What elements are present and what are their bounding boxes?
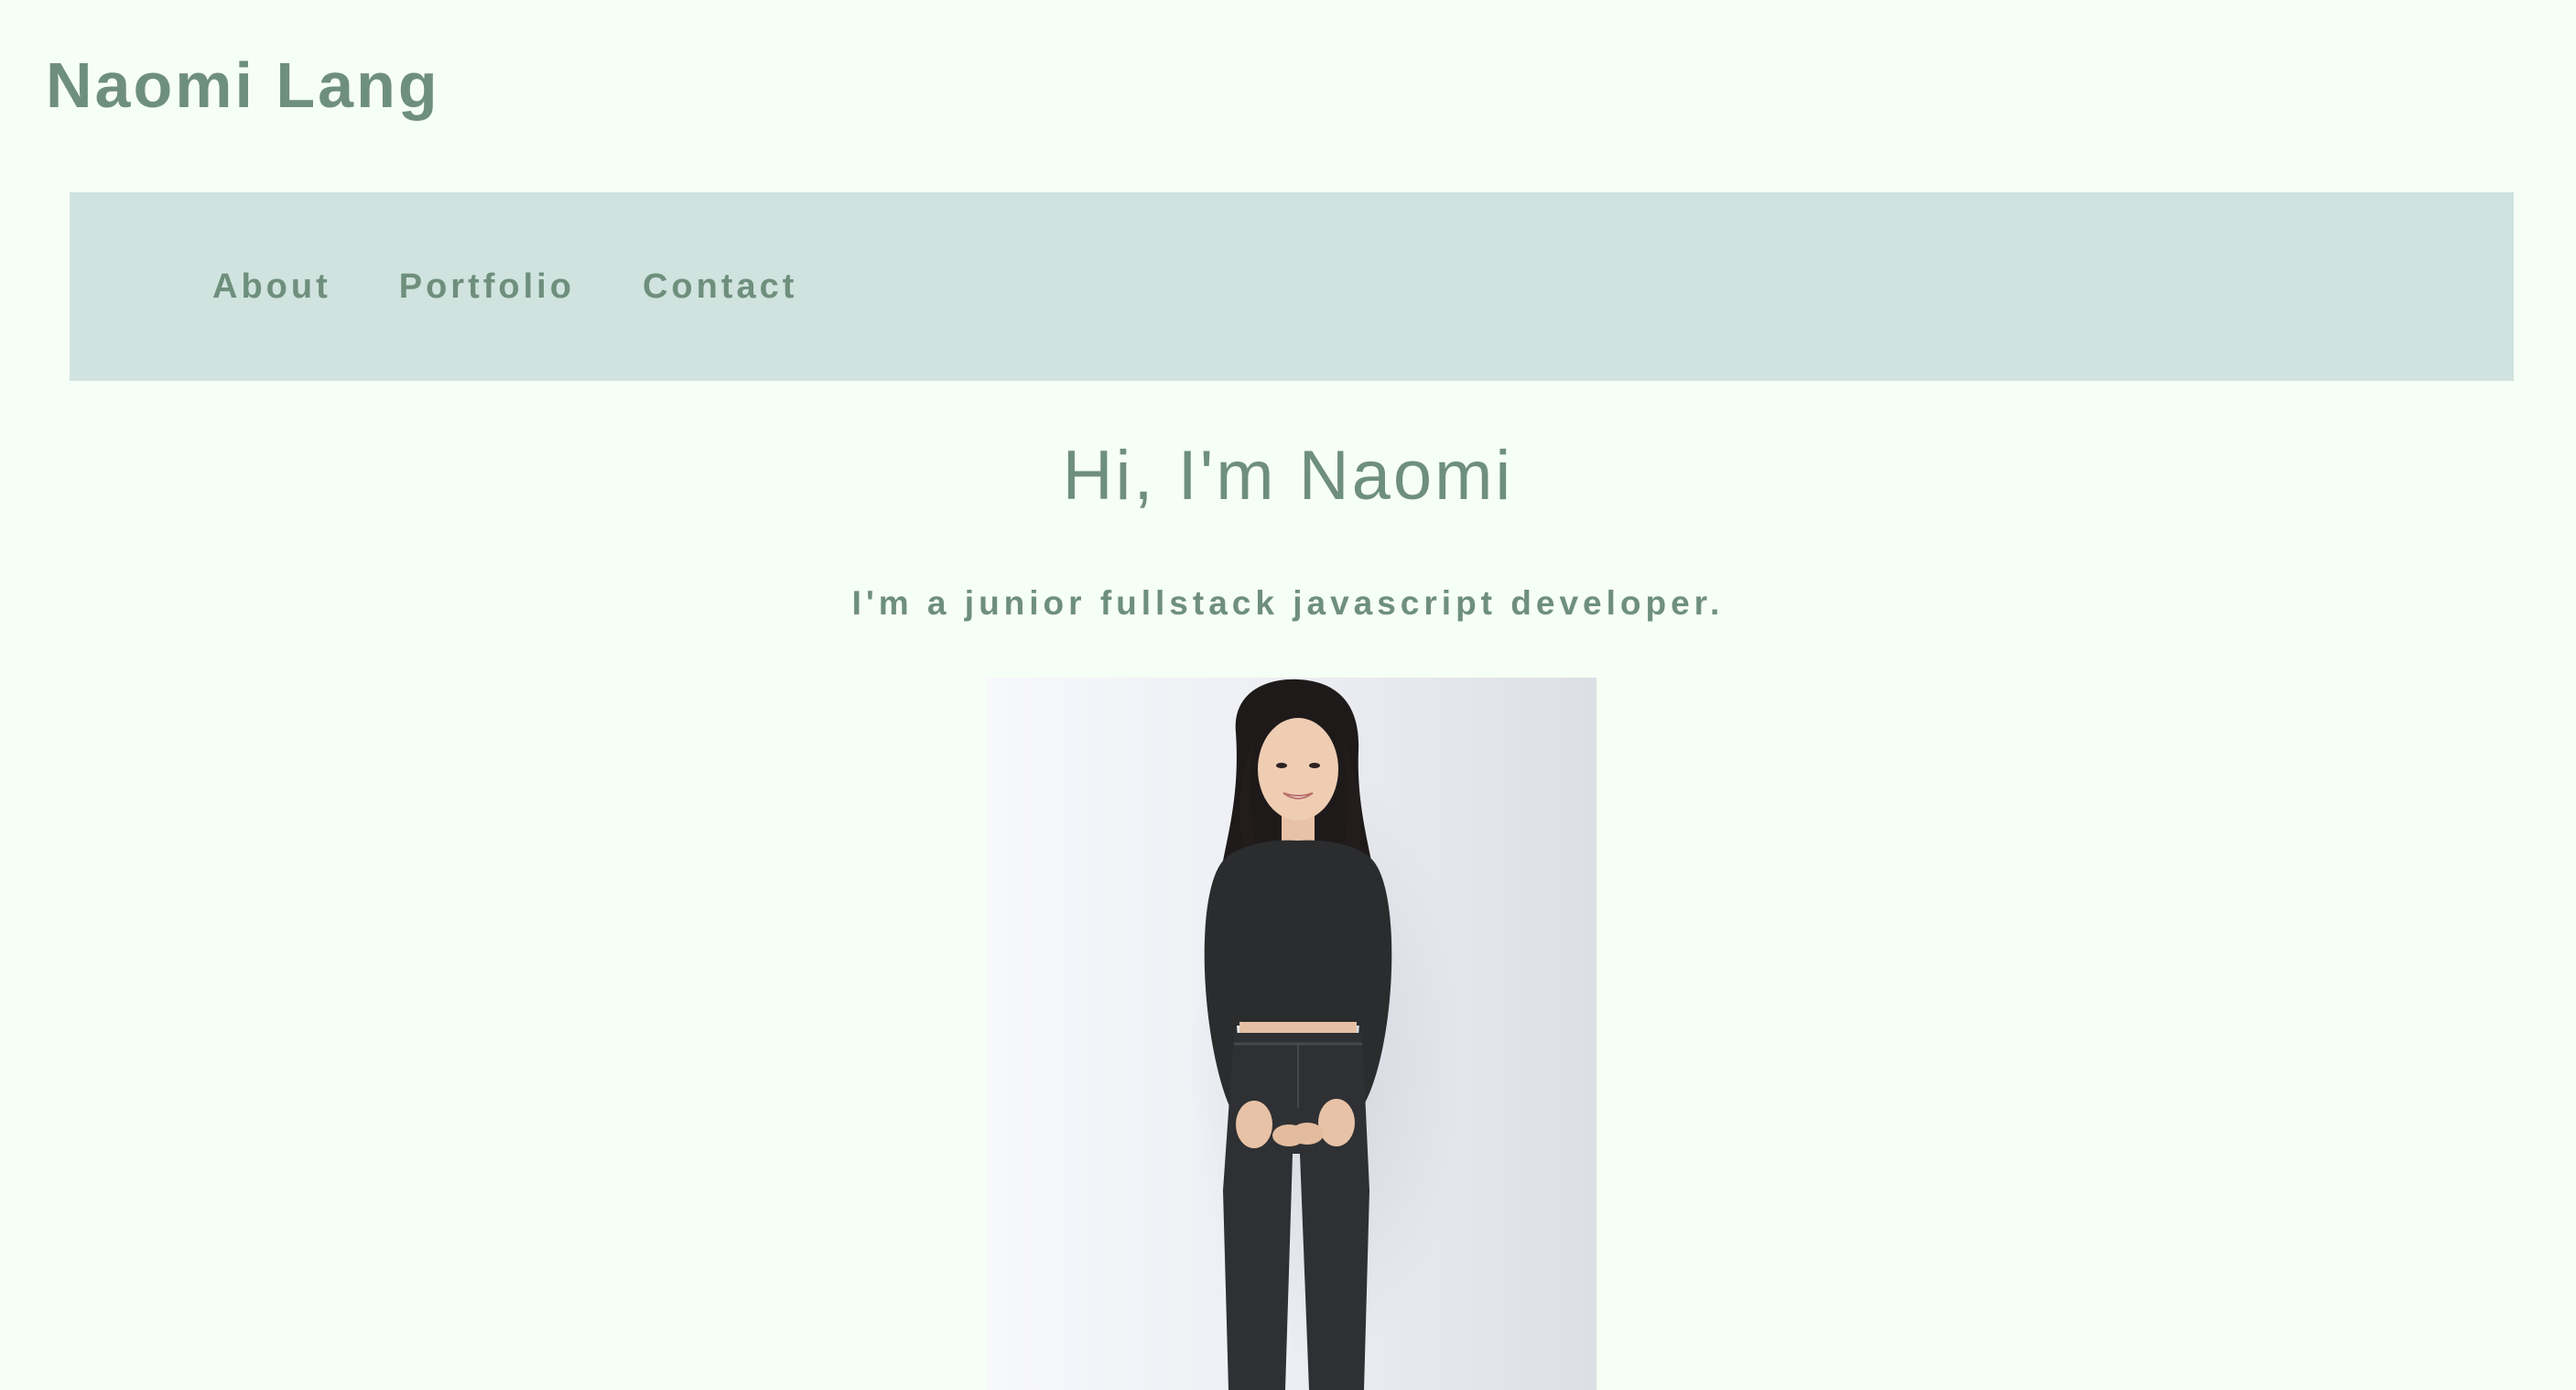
nav-link-portfolio[interactable]: Portfolio	[399, 269, 575, 304]
main-nav: About Portfolio Contact	[70, 192, 2514, 381]
profile-photo	[987, 678, 1596, 1390]
nav-list: About Portfolio Contact	[70, 269, 865, 304]
site-title: Naomi Lang	[46, 49, 440, 121]
hero-heading: Hi, I'm Naomi	[1062, 437, 1514, 515]
nav-link-contact[interactable]: Contact	[643, 269, 797, 304]
profile-photo-illustration	[987, 678, 1596, 1390]
nav-link-about[interactable]: About	[212, 269, 331, 304]
hero-subtitle: I'm a junior fullstack javascript develo…	[851, 584, 1725, 622]
